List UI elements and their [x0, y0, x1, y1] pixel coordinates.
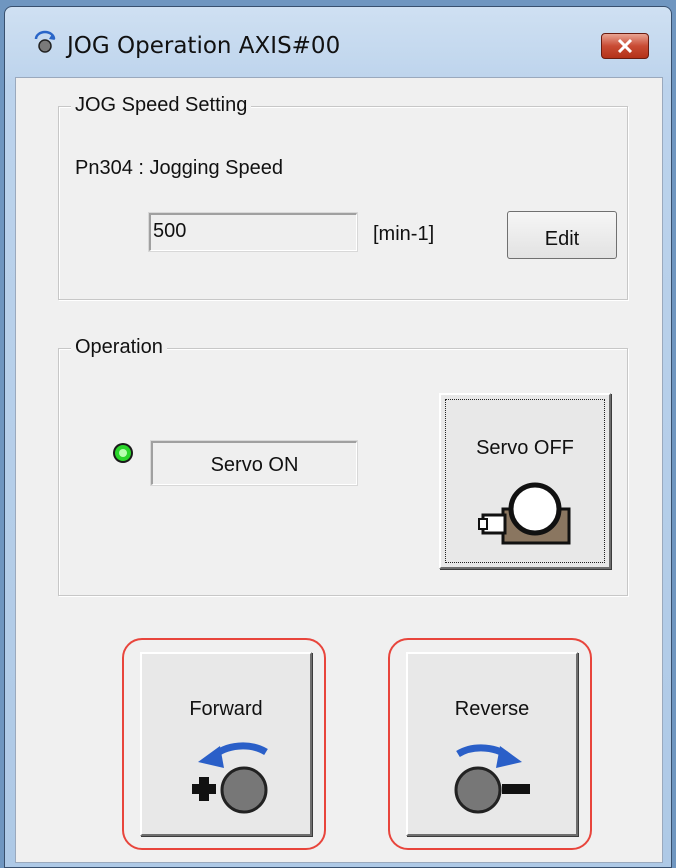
title-bar[interactable]: JOG Operation AXIS#00 [5, 7, 671, 77]
window-title: JOG Operation AXIS#00 [67, 33, 341, 59]
jog-speed-group-label: JOG Speed Setting [71, 94, 252, 117]
forward-rotation-icon [192, 742, 268, 814]
dialog-window: JOG Operation AXIS#00 JOG Speed Setting … [4, 6, 672, 868]
edit-button[interactable]: Edit [507, 211, 617, 259]
reverse-button[interactable]: Reverse [406, 652, 578, 836]
motor-icon [478, 482, 571, 545]
edit-button-label: Edit [544, 228, 580, 250]
operation-group: Operation Servo ON Servo OFF [58, 336, 628, 596]
rotate-icon [34, 30, 56, 53]
speed-unit-label: [min-1] [373, 223, 435, 245]
operation-group-label: Operation [71, 336, 167, 359]
servo-off-button[interactable]: Servo OFF [439, 393, 611, 569]
servo-status-text: Servo ON [210, 454, 299, 476]
dialog-client-area: JOG Speed Setting Pn304 : Jogging Speed … [15, 77, 663, 863]
forward-button[interactable]: Forward [140, 652, 312, 836]
jog-speed-group: JOG Speed Setting Pn304 : Jogging Speed … [58, 94, 628, 300]
forward-button-label: Forward [189, 698, 263, 720]
jogging-speed-field[interactable]: 500 [148, 212, 358, 252]
reverse-rotation-icon [454, 744, 530, 814]
servo-status-field: Servo ON [150, 440, 358, 486]
servo-off-button-label: Servo OFF [476, 437, 574, 459]
jogging-speed-value: 500 [153, 220, 187, 242]
servo-status-led-icon [113, 443, 133, 463]
reverse-button-label: Reverse [454, 698, 530, 720]
close-icon [617, 39, 633, 53]
close-button[interactable] [601, 33, 649, 59]
jogging-speed-label: Pn304 : Jogging Speed [75, 157, 283, 179]
